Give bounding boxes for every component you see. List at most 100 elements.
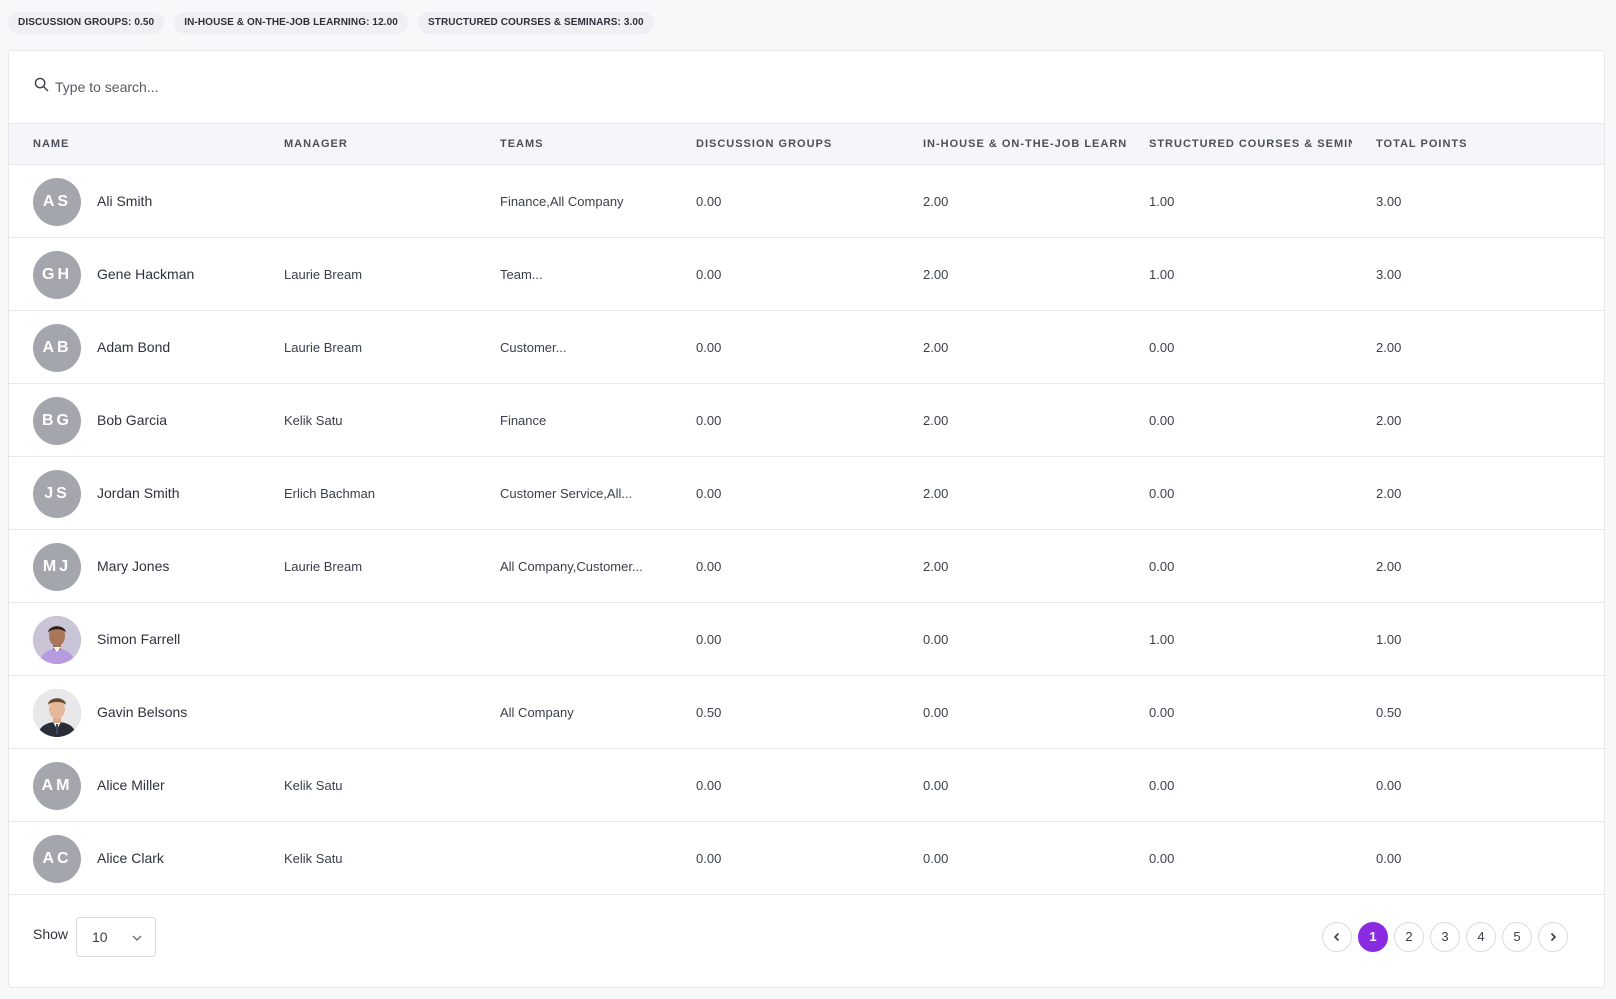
report-card: NAME MANAGER TEAMS DISCUSSION GROUPS IN-… (8, 50, 1605, 988)
structured-courses-cell: 0.00 (1149, 559, 1175, 574)
discussion-groups-cell: 0.00 (696, 851, 722, 866)
prev-page-button[interactable] (1322, 922, 1352, 952)
avatar-photo (33, 616, 81, 664)
discussion-groups-cell: 0.00 (696, 340, 722, 355)
page-size-value: 10 (92, 929, 108, 945)
employee-name: Mary Jones (97, 558, 170, 574)
discussion-groups-cell: 0.00 (696, 486, 722, 501)
manager-cell (284, 603, 484, 676)
inhouse-learning-cell: 2.00 (923, 413, 949, 428)
employee-name: Gavin Belsons (97, 704, 188, 720)
avatar: AM (33, 762, 81, 810)
table-row[interactable]: GH Gene Hackman Laurie Bream Team... 0.0… (9, 238, 1604, 311)
column-header-discussion-groups[interactable]: DISCUSSION GROUPS (696, 124, 911, 165)
page-button-3[interactable]: 3 (1430, 922, 1460, 952)
avatar: AB (33, 324, 81, 372)
column-header-name[interactable]: NAME (33, 124, 233, 165)
total-points-cell: 0.00 (1376, 778, 1402, 793)
chevron-left-icon (1333, 932, 1340, 942)
employee-name: Bob Garcia (97, 412, 168, 428)
employee-name: Alice Clark (97, 850, 164, 866)
search-icon (34, 77, 55, 97)
page-button-2[interactable]: 2 (1394, 922, 1424, 952)
discussion-groups-cell: 0.00 (696, 632, 722, 647)
column-header-manager[interactable]: MANAGER (284, 124, 484, 165)
column-header-teams[interactable]: TEAMS (500, 124, 680, 165)
structured-courses-cell: 0.00 (1149, 778, 1175, 793)
teams-cell: Team... (500, 267, 543, 282)
inhouse-learning-cell: 0.00 (923, 705, 949, 720)
total-points-cell: 2.00 (1376, 486, 1402, 501)
search-input[interactable] (55, 79, 655, 95)
structured-courses-cell: 1.00 (1149, 194, 1175, 209)
total-points-cell: 2.00 (1376, 559, 1402, 574)
column-header-structured-courses[interactable]: STRUCTURED COURSES & SEMINARS (1149, 124, 1352, 165)
table-row[interactable]: JS Jordan Smith Erlich Bachman Customer … (9, 457, 1604, 530)
page-button-4[interactable]: 4 (1466, 922, 1496, 952)
discussion-groups-cell: 0.00 (696, 778, 722, 793)
table-row[interactable]: AC Alice Clark Kelik Satu 0.00 0.00 0.00… (9, 822, 1604, 895)
discussion-groups-cell: 0.50 (696, 705, 722, 720)
manager-cell: Erlich Bachman (284, 486, 376, 501)
teams-cell (500, 603, 650, 676)
avatar-photo (33, 689, 81, 737)
table-row[interactable]: AB Adam Bond Laurie Bream Customer... 0.… (9, 311, 1604, 384)
discussion-groups-cell: 0.00 (696, 267, 722, 282)
total-points-cell: 0.50 (1376, 705, 1402, 720)
summary-chips: DISCUSSION GROUPS: 0.50 IN-HOUSE & ON-TH… (8, 12, 654, 34)
manager-cell: Laurie Bream (284, 267, 363, 282)
manager-cell (284, 165, 484, 238)
manager-cell: Laurie Bream (284, 340, 363, 355)
page-button-1[interactable]: 1 (1358, 922, 1388, 952)
show-label: Show (33, 926, 69, 942)
inhouse-learning-cell: 2.00 (923, 194, 949, 209)
summary-chip-structured: STRUCTURED COURSES & SEMINARS: 3.00 (417, 12, 654, 34)
structured-courses-cell: 1.00 (1149, 632, 1175, 647)
structured-courses-cell: 1.00 (1149, 267, 1175, 282)
employee-name: Alice Miller (97, 777, 165, 793)
structured-courses-cell: 0.00 (1149, 413, 1175, 428)
teams-cell (500, 749, 650, 822)
employee-name: Ali Smith (97, 193, 153, 209)
avatar: AS (33, 178, 81, 226)
teams-cell (500, 822, 650, 895)
next-page-button[interactable] (1538, 922, 1568, 952)
structured-courses-cell: 0.00 (1149, 705, 1175, 720)
employee-name: Adam Bond (97, 339, 171, 355)
table-header: NAME MANAGER TEAMS DISCUSSION GROUPS IN-… (9, 124, 1604, 165)
teams-cell: Finance,All Company (500, 194, 624, 209)
avatar: BG (33, 397, 81, 445)
teams-cell: Customer... (500, 340, 567, 355)
table-row[interactable]: AS Ali Smith Finance,All Company 0.00 2.… (9, 165, 1604, 238)
teams-cell: All Company,Customer... (500, 559, 643, 574)
inhouse-learning-cell: 2.00 (923, 267, 949, 282)
search-bar (9, 51, 1604, 124)
structured-courses-cell: 0.00 (1149, 340, 1175, 355)
column-header-inhouse-learning[interactable]: IN-HOUSE & ON-THE-JOB LEARNING (923, 124, 1126, 165)
table-row[interactable]: MJ Mary Jones Laurie Bream All Company,C… (9, 530, 1604, 603)
table-row[interactable]: Gavin Belsons All Company 0.50 0.00 0.00… (9, 676, 1604, 749)
page-size-select[interactable]: 10 (76, 917, 156, 957)
manager-cell: Kelik Satu (284, 851, 343, 866)
manager-cell: Kelik Satu (284, 413, 343, 428)
structured-courses-cell: 0.00 (1149, 486, 1175, 501)
table-footer: Show 10 1 2 3 4 5 (9, 891, 1604, 987)
manager-cell: Laurie Bream (284, 559, 363, 574)
employee-name: Gene Hackman (97, 266, 195, 282)
avatar: AC (33, 835, 81, 883)
total-points-cell: 1.00 (1376, 632, 1402, 647)
total-points-cell: 3.00 (1376, 194, 1402, 209)
total-points-cell: 2.00 (1376, 340, 1402, 355)
pagination: 1 2 3 4 5 (1322, 922, 1568, 952)
table-row[interactable]: AM Alice Miller Kelik Satu 0.00 0.00 0.0… (9, 749, 1604, 822)
employee-name: Jordan Smith (97, 485, 180, 501)
chevron-right-icon (1550, 932, 1557, 942)
manager-cell: Kelik Satu (284, 778, 343, 793)
table-row[interactable]: Simon Farrell 0.00 0.00 1.00 1.00 (9, 603, 1604, 676)
summary-chip-inhouse: IN-HOUSE & ON-THE-JOB LEARNING: 12.00 (174, 12, 408, 34)
column-header-total-points[interactable]: TOTAL POINTS (1376, 124, 1576, 165)
table-row[interactable]: BG Bob Garcia Kelik Satu Finance 0.00 2.… (9, 384, 1604, 457)
total-points-cell: 2.00 (1376, 413, 1402, 428)
discussion-groups-cell: 0.00 (696, 413, 722, 428)
page-button-5[interactable]: 5 (1502, 922, 1532, 952)
